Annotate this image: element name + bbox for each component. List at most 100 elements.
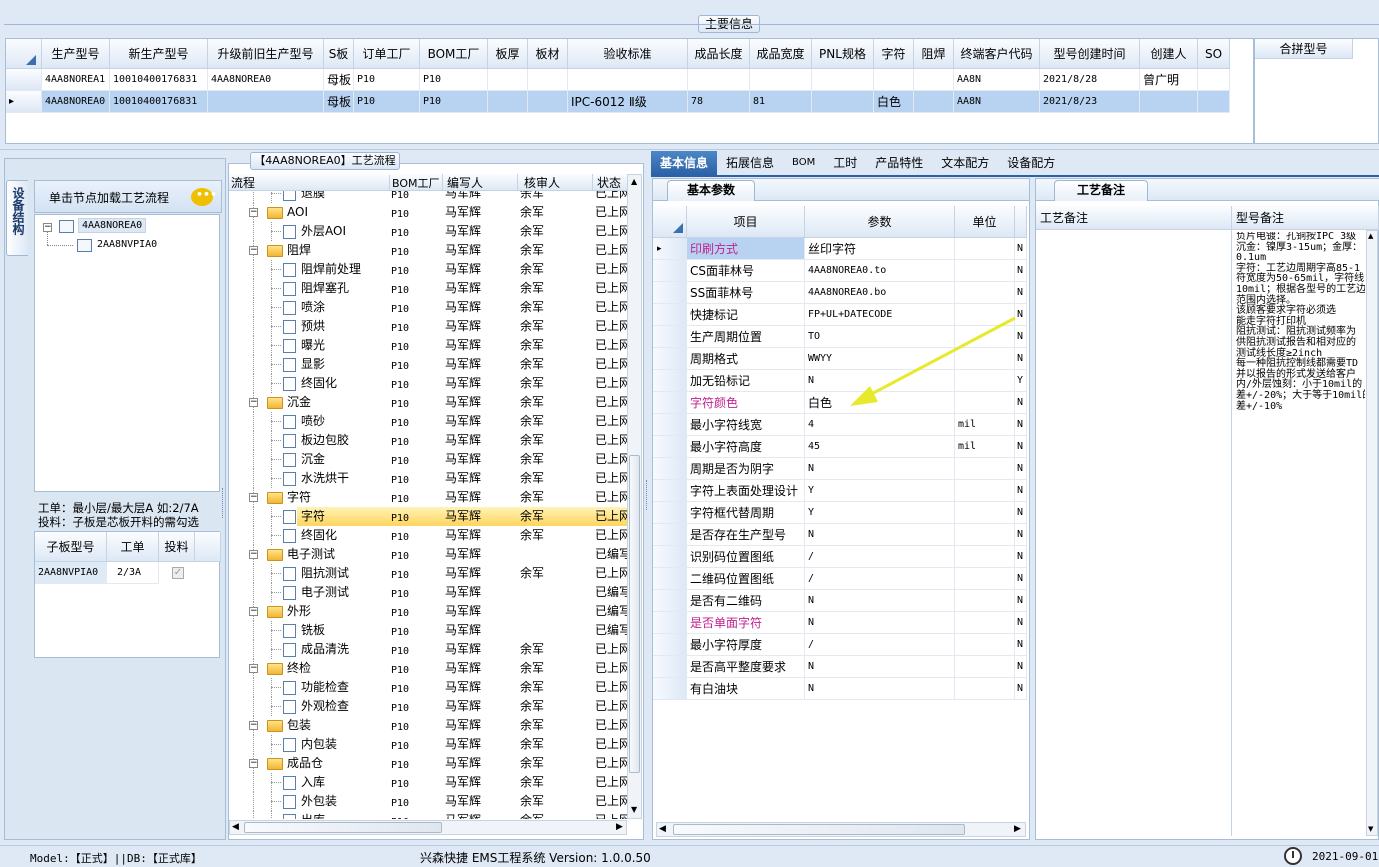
scroll-down-arrow-icon[interactable]: ▼	[631, 805, 637, 814]
main-col-header[interactable]: 生产型号	[42, 39, 110, 69]
param-value[interactable]: N	[805, 656, 955, 678]
flow-row[interactable]: − 成品仓 P10 马军辉 余军 已上网	[229, 754, 627, 773]
param-value[interactable]: Y	[805, 502, 955, 524]
flow-hscrollbar[interactable]: ◀ ▶	[229, 820, 627, 835]
sub-cell-model[interactable]: 2AA8NVPIA0	[35, 562, 107, 584]
tab-3[interactable]: 工时	[824, 151, 866, 175]
tree-expander-icon[interactable]: −	[249, 246, 258, 255]
main-col-header[interactable]: 升级前旧生产型号	[208, 39, 324, 69]
row-indicator[interactable]	[653, 458, 687, 480]
main-cell[interactable]: 2021/8/23	[1040, 91, 1140, 113]
flow-row[interactable]: 阻焊前处理 P10 马军辉 余军 已上网	[229, 260, 627, 279]
row-indicator[interactable]	[653, 260, 687, 282]
tree-expander-icon[interactable]: −	[43, 223, 52, 232]
row-indicator[interactable]	[653, 502, 687, 524]
param-value[interactable]: /	[805, 634, 955, 656]
tree-expander-icon[interactable]: −	[249, 208, 258, 217]
flow-row[interactable]: − 字符 P10 马军辉 余军 已上网	[229, 488, 627, 507]
main-col-header[interactable]: 订单工厂	[354, 39, 420, 69]
main-cell[interactable]: 78	[688, 91, 750, 113]
main-col-header[interactable]: 创建人	[1140, 39, 1198, 69]
main-cell[interactable]: 曾广明	[1140, 69, 1198, 91]
main-cell[interactable]: 2021/8/28	[1040, 69, 1140, 91]
main-cell[interactable]: AA8N	[954, 91, 1040, 113]
param-value[interactable]: 4AA8NOREA0.bo	[805, 282, 955, 304]
param-value[interactable]: N	[805, 524, 955, 546]
row-indicator[interactable]	[653, 326, 687, 348]
flow-row[interactable]: 退膜 P10 马军辉 余军 已上网	[229, 191, 627, 203]
flow-row[interactable]: 阻焊塞孔 P10 马军辉 余军 已上网	[229, 279, 627, 298]
sub-cell-order[interactable]: 2/3A	[107, 562, 159, 584]
notes-vscrollbar[interactable]: ▲ ▼	[1366, 230, 1378, 836]
row-indicator[interactable]	[653, 634, 687, 656]
params-title-tab[interactable]: 基本参数	[667, 180, 755, 201]
tree-expander-icon[interactable]: −	[249, 550, 258, 559]
main-cell[interactable]	[812, 69, 874, 91]
main-cell[interactable]	[488, 69, 528, 91]
row-indicator[interactable]	[653, 656, 687, 678]
flow-row[interactable]: − 阻焊 P10 马军辉 余军 已上网	[229, 241, 627, 260]
param-value[interactable]: 丝印字符	[805, 238, 955, 260]
main-cell[interactable]	[914, 91, 954, 113]
flow-row[interactable]: − 电子测试 P10 马军辉 已编写	[229, 545, 627, 564]
flow-row[interactable]: − 终检 P10 马军辉 余军 已上网	[229, 659, 627, 678]
main-cell[interactable]: P10	[354, 91, 420, 113]
main-cell[interactable]	[568, 69, 688, 91]
flow-row[interactable]: 外层AOI P10 马军辉 余军 已上网	[229, 222, 627, 241]
row-indicator[interactable]	[653, 524, 687, 546]
flow-row[interactable]: 显影 P10 马军辉 余军 已上网	[229, 355, 627, 374]
feed-checkbox[interactable]: ✓	[172, 567, 184, 579]
main-cell[interactable]: IPC-6012 Ⅱ级	[568, 91, 688, 113]
main-cell[interactable]	[1140, 91, 1198, 113]
flow-vscroll-thumb[interactable]	[629, 455, 640, 773]
main-col-header[interactable]: 终端客户代码	[954, 39, 1040, 69]
main-cell[interactable]: 母板	[324, 91, 354, 113]
main-cell[interactable]: 10010400176831	[110, 69, 208, 91]
param-value[interactable]: 4	[805, 414, 955, 436]
main-cell[interactable]	[914, 69, 954, 91]
scroll-left-arrow-icon[interactable]: ◀	[659, 824, 666, 834]
main-cell[interactable]: 母板	[324, 69, 354, 91]
main-cell[interactable]: AA8N	[954, 69, 1040, 91]
param-value[interactable]: Y	[805, 480, 955, 502]
param-value[interactable]: 4AA8NOREA0.to	[805, 260, 955, 282]
scroll-right-arrow-icon[interactable]: ▶	[616, 822, 623, 832]
flow-row[interactable]: 功能检查 P10 马军辉 余军 已上网	[229, 678, 627, 697]
row-indicator[interactable]	[653, 370, 687, 392]
main-col-header[interactable]: PNL规格	[812, 39, 874, 69]
flow-hscroll-thumb[interactable]	[244, 822, 442, 833]
main-cell[interactable]	[812, 91, 874, 113]
param-value[interactable]: /	[805, 568, 955, 590]
flow-vscrollbar[interactable]: ▲ ▼	[627, 174, 642, 819]
main-col-header[interactable]: S板	[324, 39, 354, 69]
main-col-header[interactable]: 成品长度	[688, 39, 750, 69]
tab-4[interactable]: 产品特性	[866, 151, 932, 175]
tree-expander-icon[interactable]: −	[249, 607, 258, 616]
main-col-header[interactable]: 阻焊	[914, 39, 954, 69]
flow-row[interactable]: 喷砂 P10 马军辉 余军 已上网	[229, 412, 627, 431]
tree-expander-icon[interactable]: −	[249, 664, 258, 673]
tree-expander-icon[interactable]: −	[249, 398, 258, 407]
main-col-header[interactable]: 板材	[528, 39, 568, 69]
main-cell[interactable]: 4AA8NOREA0	[208, 69, 324, 91]
main-cell[interactable]	[528, 91, 568, 113]
notes-title-tab[interactable]: 工艺备注	[1054, 180, 1148, 201]
flow-row[interactable]: 终固化 P10 马军辉 余军 已上网	[229, 526, 627, 545]
row-indicator[interactable]	[6, 69, 42, 91]
flow-row[interactable]: 喷涂 P10 马军辉 余军 已上网	[229, 298, 627, 317]
flow-row[interactable]: 外包装 P10 马军辉 余军 已上网	[229, 792, 627, 811]
main-cell[interactable]: 81	[750, 91, 812, 113]
row-indicator[interactable]	[653, 348, 687, 370]
main-cell[interactable]: P10	[420, 69, 488, 91]
main-col-header[interactable]: BOM工厂	[420, 39, 488, 69]
main-cell[interactable]: 4AA8NOREA0	[42, 91, 110, 113]
row-indicator[interactable]	[653, 392, 687, 414]
param-value[interactable]: N	[805, 590, 955, 612]
row-indicator[interactable]	[653, 282, 687, 304]
flow-row[interactable]: − AOI P10 马军辉 余军 已上网	[229, 203, 627, 222]
row-indicator[interactable]	[653, 546, 687, 568]
params-hscroll-thumb[interactable]	[673, 824, 965, 835]
param-value[interactable]: /	[805, 546, 955, 568]
flow-row[interactable]: − 包装 P10 马军辉 余军 已上网	[229, 716, 627, 735]
param-value[interactable]: N	[805, 678, 955, 700]
